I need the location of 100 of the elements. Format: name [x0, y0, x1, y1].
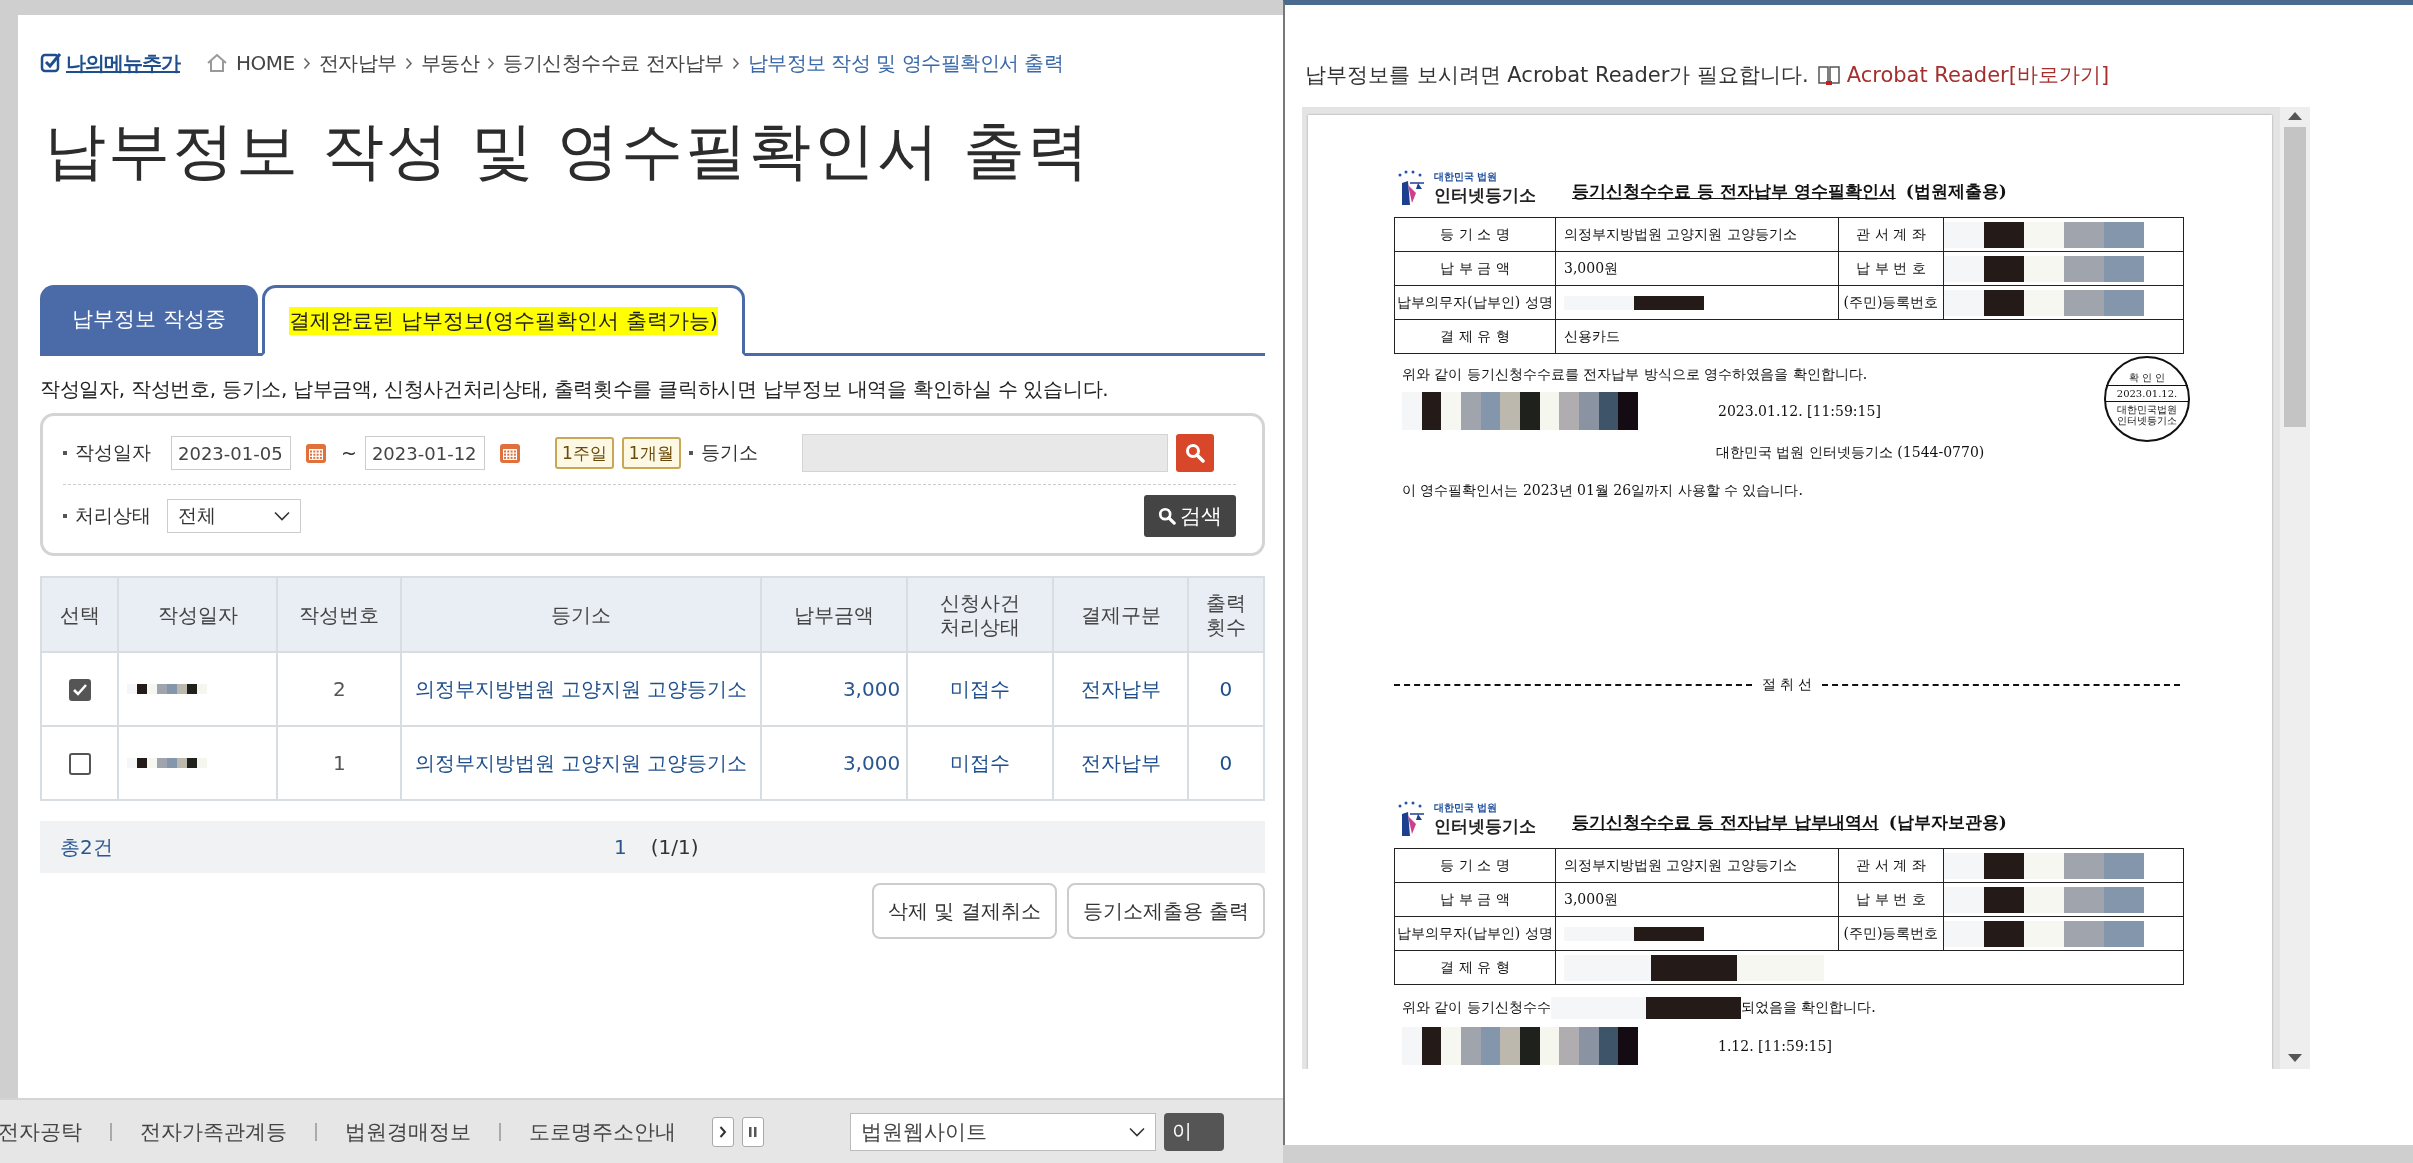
logo-name: 인터넷등기소: [1434, 183, 1536, 207]
issue-timestamp: 2023.01.12. [11:59:15]: [1718, 403, 1881, 419]
column-header: 출력 횟수: [1187, 577, 1264, 652]
scroll-thumb[interactable]: [2284, 127, 2306, 427]
row-checkbox[interactable]: [68, 753, 91, 776]
page-info: (1/1): [650, 835, 699, 859]
total-count: 총2건: [60, 833, 114, 861]
chevron-icon: [302, 56, 311, 70]
column-header: 결제구분: [1053, 577, 1188, 652]
instruction-text: 작성일자, 작성번호, 등기소, 납부금액, 신청사건처리상태, 출력횟수를 클릭하시면 납부정보 내역을 확인하실 수 있습니다.: [40, 376, 1110, 403]
range-separator: ~: [341, 442, 357, 464]
table-cell[interactable]: 의정부지방법원 고양지원 고양등기소: [401, 726, 761, 800]
table-cell[interactable]: 3,000: [760, 726, 908, 800]
scroll-up-icon[interactable]: [2287, 111, 2303, 121]
cut-line-label: 절 취 선: [1761, 676, 1813, 694]
table-cell[interactable]: 미접수: [907, 726, 1054, 800]
field-label: (주민)등록번호: [1838, 916, 1944, 951]
field-label: 등 기 소 명: [1394, 217, 1556, 252]
table-cell[interactable]: 0: [1187, 726, 1264, 800]
logo-caption: 대한민국 법원: [1434, 800, 1499, 815]
field-label: 납 부 금 액: [1394, 251, 1556, 286]
action-button[interactable]: 등기소제출용 출력: [1066, 883, 1265, 939]
tab[interactable]: 납부정보 작성중: [40, 285, 258, 353]
row-checkbox[interactable]: [68, 679, 91, 702]
caret-icon: [274, 511, 290, 521]
field-label: 결 제 유 형: [1394, 319, 1556, 354]
footer-link[interactable]: 도로명주소안내: [499, 1122, 704, 1141]
calendar-icon[interactable]: [305, 442, 327, 464]
tab[interactable]: 결제완료된 납부정보(영수필확인서 출력가능): [262, 285, 745, 356]
search-icon: [1184, 443, 1205, 463]
table-cell[interactable]: 전자납부: [1053, 652, 1188, 726]
logo-name: 인터넷등기소: [1434, 814, 1536, 838]
column-header: 납부금액: [760, 577, 908, 652]
field-label: 등기소: [688, 440, 758, 466]
page-title: 납부정보 작성 및 영수필확인서 출력: [44, 113, 1092, 189]
breadcrumb-link[interactable]: HOME: [236, 51, 295, 75]
my-menu-link[interactable]: 나의메뉴추가: [40, 49, 180, 77]
pause-icon: [749, 1125, 757, 1138]
field-value: 신용카드: [1555, 319, 2184, 354]
pause-button[interactable]: [742, 1116, 764, 1147]
next-button[interactable]: [712, 1116, 734, 1147]
office-field[interactable]: [801, 434, 1168, 472]
field-label: 납 부 번 호: [1838, 882, 1944, 917]
receipt-subtitle: (법원제출용): [1905, 180, 2007, 203]
field-value: 3,000원: [1555, 251, 1839, 286]
table-cell[interactable]: 의정부지방법원 고양지원 고양등기소: [401, 652, 761, 726]
column-header: 작성번호: [277, 577, 402, 652]
field-label: 등 기 소 명: [1394, 848, 1556, 883]
start-date-field[interactable]: 2023-01-05: [171, 436, 291, 470]
check-icon: [72, 684, 87, 697]
confirmation-text: 위와 같이 등기신청수수료를 전자납부 방식으로 영수하였음을 확인합니다.: [1402, 366, 1868, 384]
period-button[interactable]: 1주일: [554, 437, 614, 469]
home-icon: [206, 53, 228, 73]
status-dropdown[interactable]: 전체: [167, 499, 301, 533]
breadcrumb-link[interactable]: 등기신청수수료 전자납부: [503, 49, 724, 77]
field-label: 납 부 번 호: [1838, 251, 1944, 286]
receipt-title: 등기신청수수료 등 전자납부 영수필확인서: [1572, 180, 1896, 203]
footer-link[interactable]: 전자가족관계등: [110, 1122, 315, 1141]
receipt-subtitle: (납부자보관용): [1888, 811, 2007, 834]
end-date-field[interactable]: 2023-01-12: [364, 436, 485, 470]
footer-link[interactable]: 전자공탁: [0, 1122, 110, 1141]
office-search-button[interactable]: [1175, 434, 1214, 472]
column-header: 등기소: [401, 577, 761, 652]
breadcrumb-link[interactable]: 납부정보 작성 및 영수필확인서 출력: [747, 49, 1064, 77]
checkbox-icon: [40, 52, 62, 74]
table-cell[interactable]: 미접수: [907, 652, 1054, 726]
search-button[interactable]: 검색: [1144, 495, 1236, 537]
breadcrumb-link[interactable]: 부동산: [420, 49, 480, 77]
column-header: 신청사건 처리상태: [907, 577, 1054, 652]
validity-text: 이 영수필확인서는 2023년 01월 26일까지 사용할 수 있습니다.: [1402, 482, 1804, 500]
field-value: 의정부지방법원 고양지원 고양등기소: [1555, 848, 1839, 883]
go-button[interactable]: 이: [1164, 1112, 1224, 1151]
field-label: (주민)등록번호: [1838, 285, 1944, 320]
field-label: 처리상태: [63, 503, 151, 529]
column-header: 선택: [41, 577, 119, 652]
site-dropdown[interactable]: 법원웹사이트: [850, 1112, 1156, 1151]
notice-text: 납부정보를 보시려면 Acrobat Reader가 필요합니다.: [1305, 62, 1809, 89]
footer-link[interactable]: 법원경매정보: [315, 1122, 499, 1141]
seal-stamp: 확 인 인 2023.01.12. 대한민국법원 인터넷등기소: [2104, 356, 2190, 442]
acrobat-link[interactable]: Acrobat Reader[바로가기]: [1816, 61, 2110, 89]
page-link[interactable]: 1: [614, 835, 627, 859]
field-label: 납부의무자(납부인) 성명: [1394, 916, 1556, 951]
calendar-icon[interactable]: [498, 442, 521, 464]
breadcrumb-link[interactable]: 전자납부: [318, 49, 397, 77]
search-icon: [1158, 507, 1176, 525]
scroll-down-icon[interactable]: [2287, 1053, 2303, 1063]
table-cell[interactable]: 0: [1187, 652, 1264, 726]
field-value: 의정부지방법원 고양지원 고양등기소: [1555, 217, 1839, 252]
field-label: 작성일자: [63, 440, 151, 466]
field-label: 관 서 계 좌: [1838, 217, 1944, 252]
table-cell[interactable]: 1: [277, 726, 402, 800]
table-cell[interactable]: 3,000: [760, 652, 908, 726]
receipt-title: 등기신청수수료 등 전자납부 납부내역서: [1572, 811, 1879, 834]
table-cell[interactable]: 전자납부: [1053, 726, 1188, 800]
table-cell[interactable]: 2: [277, 652, 402, 726]
period-button[interactable]: 1개월: [621, 437, 681, 469]
confirmation-text: 되었음을 확인합니다.: [1740, 999, 1876, 1017]
logo-caption: 대한민국 법원: [1434, 169, 1499, 184]
action-button[interactable]: 삭제 및 결제취소: [871, 883, 1057, 939]
field-label: 관 서 계 좌: [1838, 848, 1944, 883]
